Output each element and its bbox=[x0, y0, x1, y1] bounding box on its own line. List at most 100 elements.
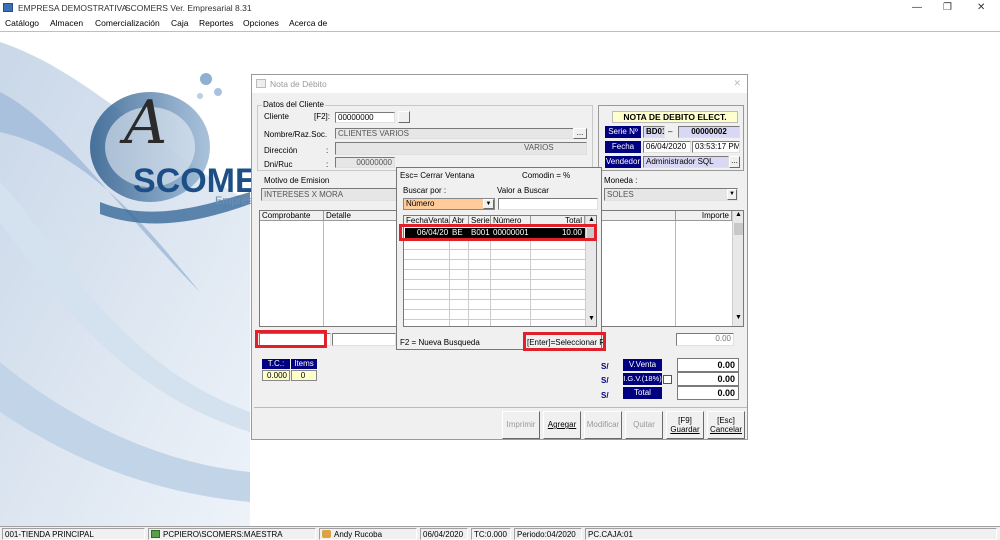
dni-label: Dni/Ruc bbox=[264, 160, 293, 169]
vendedor-input[interactable]: Administrador SQL bbox=[643, 156, 729, 168]
col-comprobante: Comprobante bbox=[260, 211, 324, 221]
dialog-title: Nota de Débito bbox=[270, 79, 327, 89]
agregar-button[interactable]: Agregar bbox=[543, 411, 581, 439]
cliente-search-button[interactable] bbox=[398, 111, 410, 123]
document-type: NOTA DE DEBITO ELECT. bbox=[623, 112, 727, 122]
scroll-up-icon[interactable]: ▲ bbox=[734, 211, 743, 218]
serie-input[interactable]: BD01 bbox=[643, 126, 665, 138]
guardar-key: [F9] bbox=[678, 416, 692, 425]
importe-total: 0.00 bbox=[676, 333, 734, 346]
buscar-select[interactable]: Número bbox=[403, 198, 495, 210]
menu-comercializacion[interactable]: Comercialización bbox=[95, 18, 160, 28]
valor-input[interactable] bbox=[498, 198, 598, 210]
cliente-input[interactable]: 00000000 bbox=[335, 112, 395, 123]
total-value: 0.00 bbox=[677, 386, 739, 400]
minimize-button[interactable]: — bbox=[912, 2, 922, 13]
col-line bbox=[530, 239, 531, 326]
menu-almacen[interactable]: Almacen bbox=[50, 18, 83, 28]
motivo-label: Motivo de Emision bbox=[264, 176, 330, 185]
status-user-text: Andy Rucoba bbox=[334, 530, 383, 539]
cancelar-key: [Esc] bbox=[717, 416, 735, 425]
status-caja: PC.CAJA:01 bbox=[585, 528, 997, 540]
serie-label: Serie Nº bbox=[605, 126, 641, 138]
title-bar: EMPRESA DEMOSTRATIVA SCOMERS Ver. Empres… bbox=[0, 0, 1000, 16]
row-line bbox=[404, 279, 585, 280]
status-bar: 001-TIENDA PRINCIPAL PCPIERO\SCOMERS:MAE… bbox=[0, 526, 1000, 540]
row-line bbox=[404, 269, 585, 270]
cancelar-button[interactable]: [Esc] Cancelar bbox=[707, 411, 745, 439]
direccion-colon: : bbox=[326, 146, 329, 155]
results-scroll-down-icon[interactable]: ▼ bbox=[587, 315, 596, 322]
row-line bbox=[404, 309, 585, 310]
highlight-selected-row bbox=[399, 224, 597, 241]
status-user: Andy Rucoba bbox=[319, 528, 417, 540]
vendedor-label: Vendedor bbox=[605, 156, 641, 168]
row-line bbox=[404, 299, 585, 300]
dialog-icon bbox=[256, 79, 266, 88]
currency-vventa: S/ bbox=[601, 362, 609, 371]
dni-colon: : bbox=[326, 160, 329, 169]
vventa-value: 0.00 bbox=[677, 358, 739, 372]
igv-label: I.G.V.(18%) bbox=[623, 373, 662, 385]
grid-divider bbox=[323, 221, 324, 326]
grid-divider bbox=[675, 221, 676, 326]
results-scroll-up-icon[interactable]: ▲ bbox=[587, 216, 596, 223]
buscar-label: Buscar por : bbox=[403, 186, 447, 195]
menu-bar: Catálogo Almacen Comercialización Caja R… bbox=[0, 16, 1000, 31]
moneda-dropdown-icon[interactable]: ▼ bbox=[727, 189, 737, 200]
guardar-label: Guardar bbox=[670, 425, 700, 434]
fecha-label: Fecha bbox=[605, 141, 641, 153]
menu-opciones[interactable]: Opciones bbox=[243, 18, 279, 28]
app-icon bbox=[3, 3, 13, 12]
motivo-select[interactable]: INTERESES X MORA bbox=[261, 188, 401, 201]
col-line bbox=[449, 239, 450, 326]
menu-caja[interactable]: Caja bbox=[171, 18, 188, 28]
menu-reportes[interactable]: Reportes bbox=[199, 18, 234, 28]
direccion-input[interactable]: VARIOS bbox=[335, 142, 587, 155]
nombre-input[interactable]: CLIENTES VARIOS bbox=[335, 128, 587, 139]
document-title: NOTA DE DEBITO ELECT. bbox=[612, 111, 738, 123]
detalle-input[interactable] bbox=[332, 333, 396, 346]
scroll-down-icon[interactable]: ▼ bbox=[734, 314, 743, 321]
search-popup: Esc= Cerrar Ventana Comodin = % Buscar p… bbox=[396, 167, 605, 350]
modificar-button[interactable]: Modificar bbox=[584, 411, 622, 439]
imprimir-button[interactable]: Imprimir bbox=[502, 411, 540, 439]
igv-checkbox[interactable] bbox=[663, 375, 672, 384]
direccion-value: VARIOS bbox=[524, 143, 554, 152]
row-line bbox=[404, 289, 585, 290]
close-button[interactable]: ✕ bbox=[977, 2, 985, 13]
status-db-text: PCPIERO\SCOMERS:MAESTRA bbox=[163, 530, 283, 539]
nombre-ellipsis-button[interactable]: ... bbox=[573, 128, 587, 139]
restore-button[interactable]: ❐ bbox=[943, 2, 952, 13]
status-periodo: Periodo:04/2020 bbox=[514, 528, 582, 540]
dni-input[interactable]: 00000000 bbox=[335, 157, 395, 168]
esc-hint: Esc= Cerrar Ventana bbox=[400, 171, 475, 180]
buscar-dropdown-icon[interactable]: ▼ bbox=[483, 199, 494, 209]
f2-label: [F2]: bbox=[314, 112, 331, 121]
logo-monogram: A bbox=[124, 88, 168, 158]
menu-acerca[interactable]: Acerca de bbox=[289, 18, 327, 28]
numero-input[interactable]: 00000002 bbox=[678, 126, 740, 138]
vendedor-ellipsis-button[interactable]: ... bbox=[729, 156, 740, 168]
hora-input[interactable]: 03:53:17 PM bbox=[692, 141, 740, 153]
currency-igv: S/ bbox=[601, 376, 609, 385]
quitar-button[interactable]: Quitar bbox=[625, 411, 663, 439]
moneda-label: Moneda : bbox=[604, 176, 638, 185]
col-line bbox=[468, 239, 469, 326]
status-date: 06/04/2020 bbox=[420, 528, 468, 540]
status-tc: TC:0.000 bbox=[471, 528, 511, 540]
status-db: PCPIERO\SCOMERS:MAESTRA bbox=[148, 528, 316, 540]
dialog-titlebar: Nota de Débito ✕ bbox=[252, 75, 747, 93]
dialog-close-icon[interactable]: ✕ bbox=[733, 78, 741, 89]
fecha-input[interactable]: 06/04/2020 bbox=[643, 141, 691, 153]
separator bbox=[254, 407, 747, 408]
col-detalle: Detalle bbox=[324, 211, 404, 221]
grid-scrollbar[interactable]: ▲ ▼ bbox=[732, 211, 743, 326]
guardar-button[interactable]: [F9] Guardar bbox=[666, 411, 704, 439]
scroll-thumb[interactable] bbox=[734, 223, 743, 235]
menu-catalogo[interactable]: Catálogo bbox=[5, 18, 39, 28]
moneda-select[interactable]: SOLES bbox=[604, 188, 738, 201]
nombre-label: Nombre/Raz.Soc. bbox=[264, 130, 328, 139]
client-group-title: Datos del Cliente bbox=[262, 100, 325, 109]
vventa-label: V.Venta bbox=[623, 359, 662, 371]
